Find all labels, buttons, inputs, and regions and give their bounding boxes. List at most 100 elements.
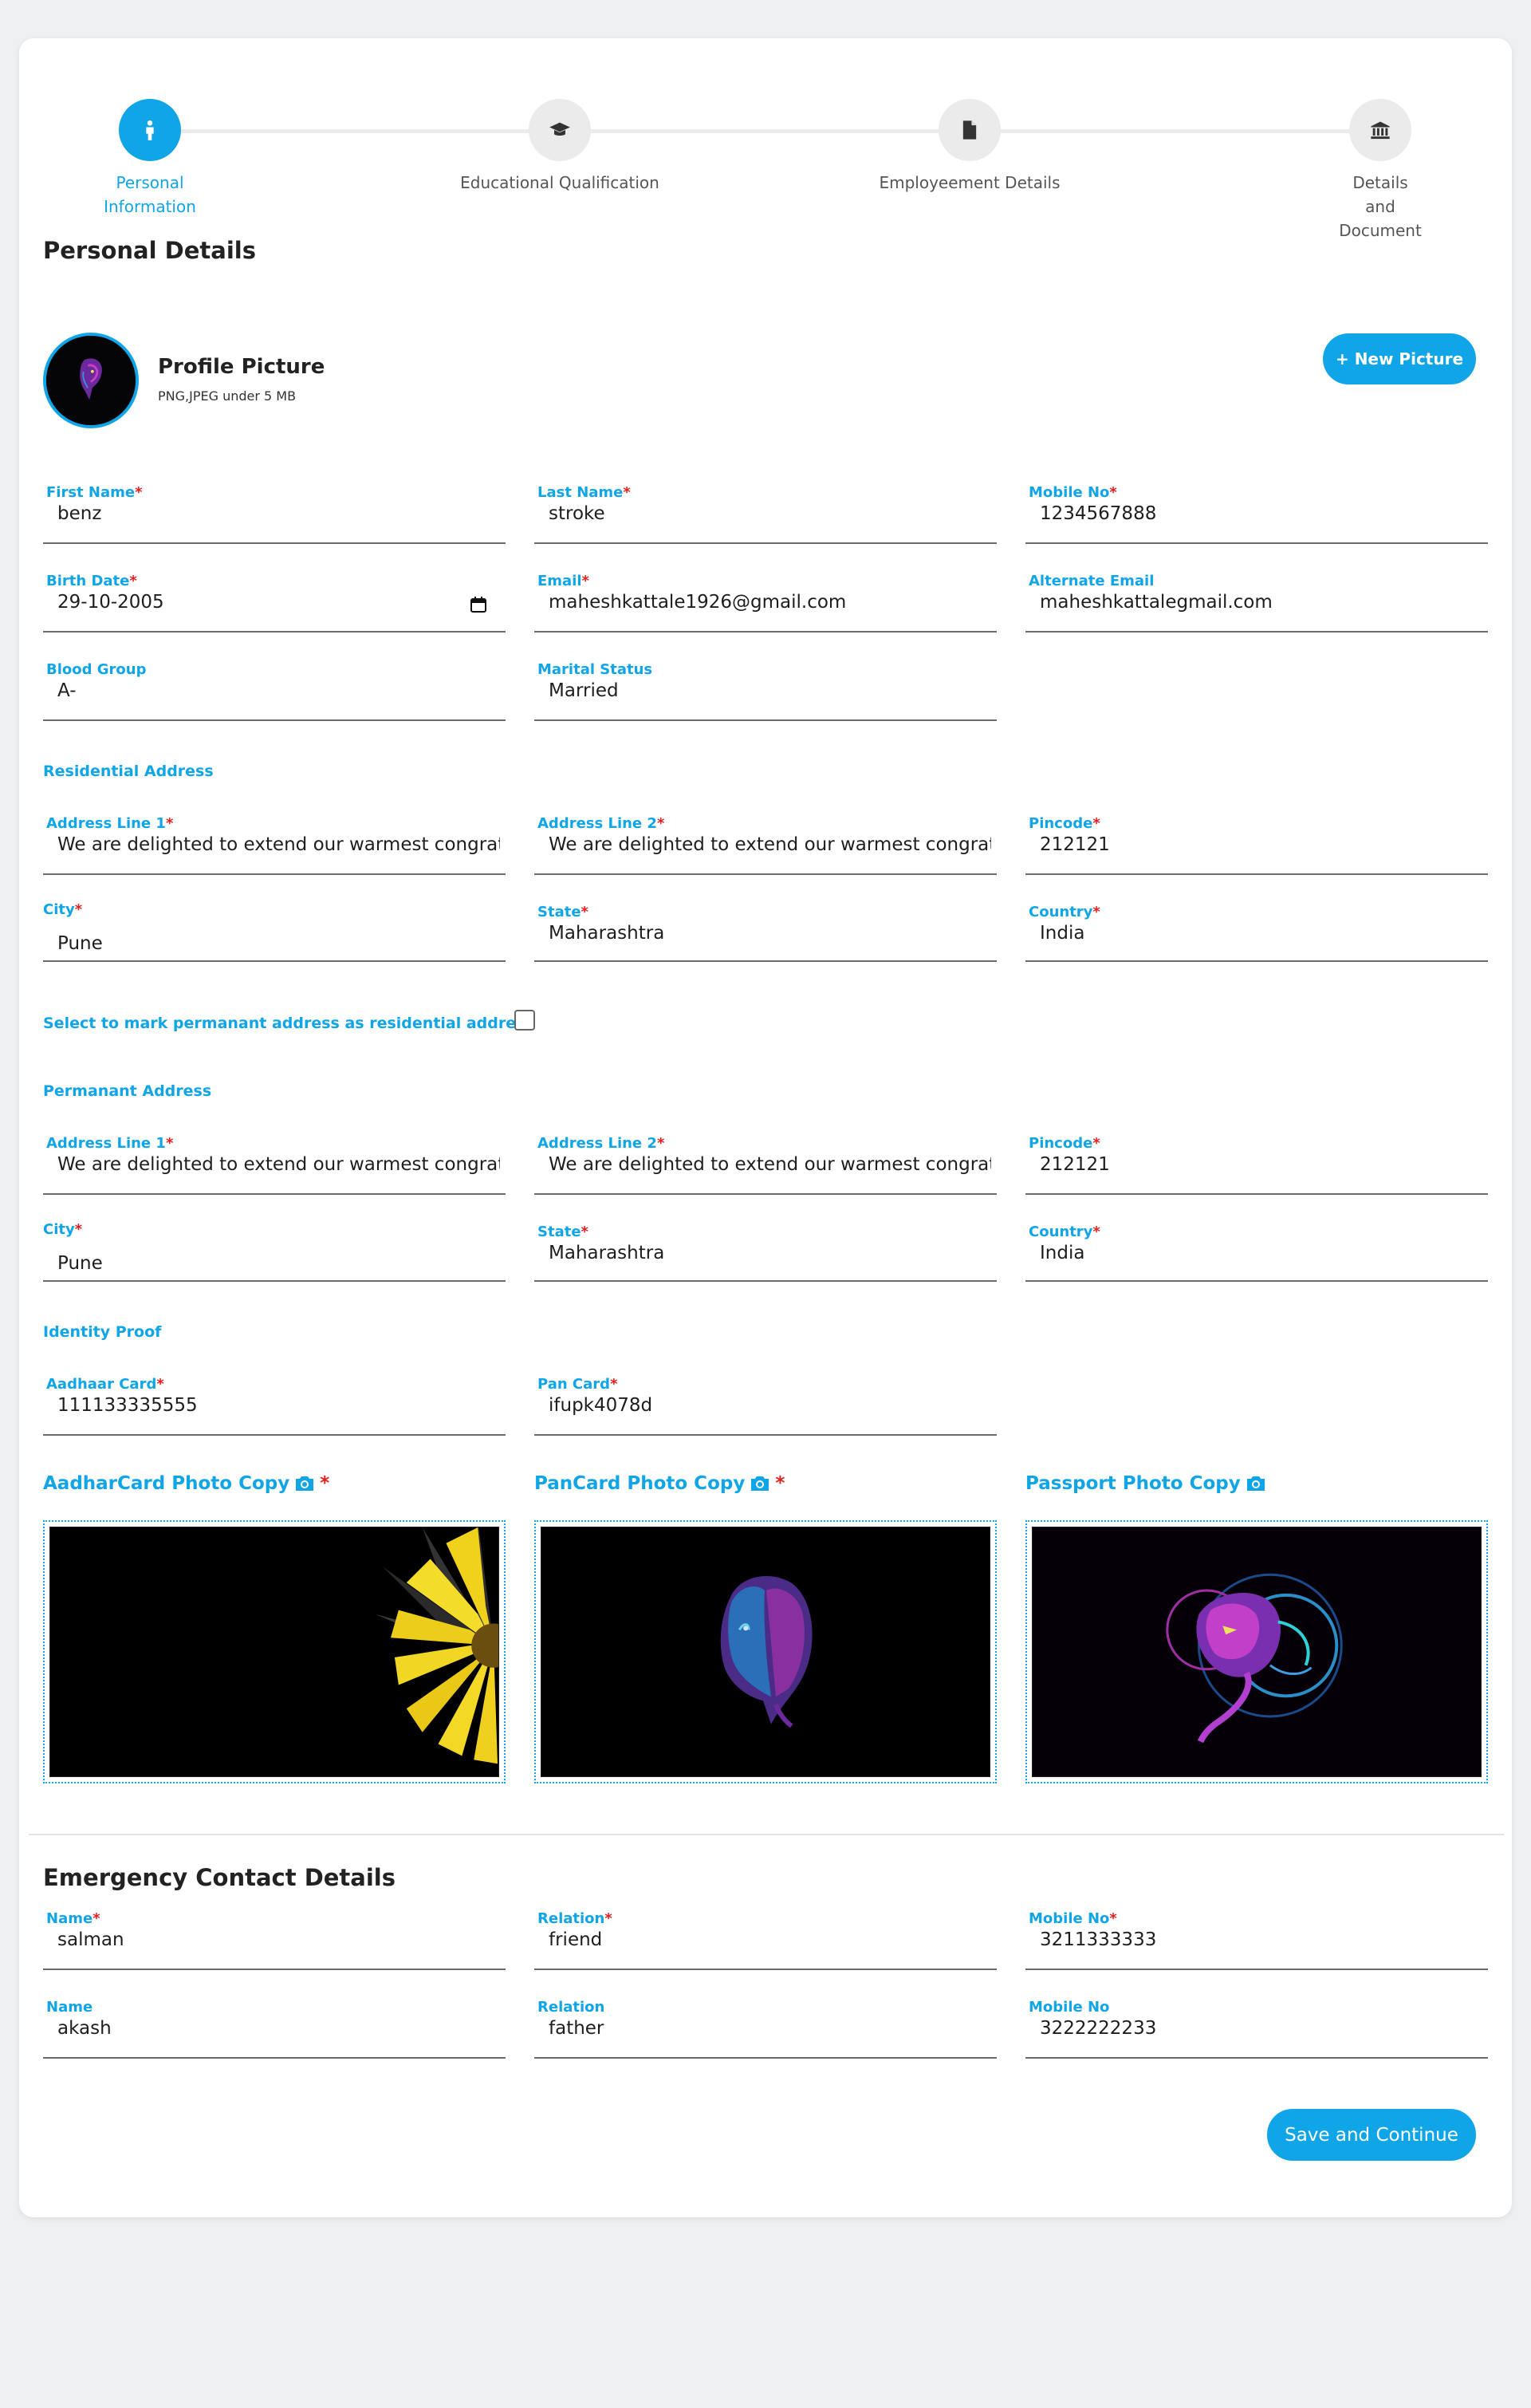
emergency-name-1-value[interactable]: salman: [57, 1929, 500, 1950]
graduation-cap-icon: [549, 122, 570, 136]
emergency-relation-2-field[interactable]: Relation father: [534, 1999, 997, 2059]
permanent-city-label: City*: [43, 1221, 83, 1238]
residential-pincode-value[interactable]: 212121: [1040, 834, 1482, 855]
last-name-value[interactable]: stroke: [549, 503, 991, 524]
permanent-country-field[interactable]: Country* India: [1025, 1224, 1488, 1282]
sunflower-image: [50, 1527, 498, 1776]
profile-picture[interactable]: [43, 333, 139, 428]
step-employeement-details[interactable]: [939, 99, 1001, 161]
last-name-field[interactable]: Last Name* stroke: [534, 484, 997, 544]
emergency-mobile-1-label: Mobile No*: [1029, 1910, 1117, 1927]
residential-state-value[interactable]: Maharashtra: [549, 923, 991, 944]
emergency-name-1-field[interactable]: Name* salman: [43, 1910, 506, 1970]
emergency-name-2-label: Name: [46, 1999, 93, 2016]
step-employeement-details-label: Employeement Details: [879, 173, 1061, 192]
blood-group-value[interactable]: A-: [57, 680, 500, 701]
residential-pincode-label: Pincode*: [1029, 815, 1100, 832]
first-name-value[interactable]: benz: [57, 503, 500, 524]
aadhar-photo-upload[interactable]: [43, 1520, 506, 1783]
passport-photo-image: [1032, 1527, 1482, 1777]
marital-status-label: Marital Status: [537, 661, 653, 678]
permanent-address-line-2-label: Address Line 2*: [537, 1135, 665, 1152]
new-picture-button[interactable]: + New Picture: [1323, 333, 1476, 384]
camera-icon[interactable]: [750, 1475, 770, 1492]
permanent-pincode-value[interactable]: 212121: [1040, 1154, 1482, 1175]
permanent-address-line-1-value[interactable]: We are delighted to extend our warmest c…: [57, 1154, 500, 1175]
groot-art-image: [541, 1527, 990, 1776]
stepper-line: [150, 129, 1379, 133]
step-details-and-document[interactable]: [1349, 99, 1411, 161]
aadhaar-card-field[interactable]: Aadhaar Card* 111133335555: [43, 1376, 506, 1436]
alternate-email-value[interactable]: maheshkattalegmail.com: [1040, 592, 1482, 613]
mobile-no-value[interactable]: 1234567888: [1040, 503, 1482, 524]
residential-country-field[interactable]: Country* India: [1025, 904, 1488, 962]
save-and-continue-button[interactable]: Save and Continue: [1267, 2109, 1476, 2161]
birth-date-value[interactable]: 29-10-2005: [57, 592, 440, 613]
residential-country-value[interactable]: India: [1040, 923, 1482, 944]
step-educational-qualification-label: Educational Qualification: [460, 173, 659, 192]
permanent-city-field[interactable]: City* Pune: [43, 1221, 506, 1282]
emergency-relation-2-value[interactable]: father: [549, 2018, 991, 2039]
pan-photo-upload[interactable]: [534, 1520, 997, 1783]
emergency-mobile-1-field[interactable]: Mobile No* 3211333333: [1025, 1910, 1488, 1970]
permanent-city-value[interactable]: Pune: [57, 1253, 500, 1274]
permanent-state-value[interactable]: Maharashtra: [549, 1243, 991, 1263]
emergency-mobile-2-value[interactable]: 3222222233: [1040, 2018, 1482, 2039]
emergency-relation-1-value[interactable]: friend: [549, 1929, 991, 1950]
permanent-state-field[interactable]: State* Maharashtra: [534, 1224, 997, 1282]
email-value[interactable]: maheshkattale1926@gmail.com: [549, 592, 991, 613]
pan-card-value[interactable]: ifupk4078d: [549, 1395, 991, 1416]
passport-photo-upload[interactable]: [1025, 1520, 1488, 1783]
panther-art-image: [1033, 1527, 1481, 1776]
residential-address-line-1-value[interactable]: We are delighted to extend our warmest c…: [57, 834, 500, 855]
residential-state-field[interactable]: State* Maharashtra: [534, 904, 997, 962]
emergency-name-1-label: Name*: [46, 1910, 100, 1927]
residential-city-field[interactable]: City* Pune: [43, 901, 506, 962]
camera-icon[interactable]: [1246, 1475, 1266, 1492]
same-address-label: Select to mark permanant address as resi…: [43, 1015, 534, 1032]
emergency-mobile-1-value[interactable]: 3211333333: [1040, 1929, 1482, 1950]
residential-address-line-1-label: Address Line 1*: [46, 815, 174, 832]
blood-group-label: Blood Group: [46, 661, 147, 678]
birth-date-field[interactable]: Birth Date* 29-10-2005: [43, 573, 506, 633]
residential-address-line-2-field[interactable]: Address Line 2* We are delighted to exte…: [534, 815, 997, 875]
residential-address-line-2-value[interactable]: We are delighted to extend our warmest c…: [549, 834, 991, 855]
pan-photo-image: [541, 1527, 990, 1777]
permanent-country-value[interactable]: India: [1040, 1243, 1482, 1263]
camera-icon[interactable]: [294, 1475, 315, 1492]
residential-address-line-1-field[interactable]: Address Line 1* We are delighted to exte…: [43, 815, 506, 875]
emergency-relation-1-label: Relation*: [537, 1910, 612, 1927]
section-divider: [29, 1834, 1504, 1835]
permanent-address-line-1-field[interactable]: Address Line 1* We are delighted to exte…: [43, 1135, 506, 1195]
emergency-mobile-2-field[interactable]: Mobile No 3222222233: [1025, 1999, 1488, 2059]
step-personal-information[interactable]: [119, 99, 181, 161]
aadhaar-card-value[interactable]: 111133335555: [57, 1395, 500, 1416]
marital-status-value[interactable]: Married: [549, 680, 991, 701]
permanent-address-line-2-value[interactable]: We are delighted to extend our warmest c…: [549, 1154, 991, 1175]
alternate-email-field[interactable]: Alternate Email maheshkattalegmail.com: [1025, 573, 1488, 633]
mobile-no-field[interactable]: Mobile No* 1234567888: [1025, 484, 1488, 544]
permanent-pincode-label: Pincode*: [1029, 1135, 1100, 1152]
pan-card-field[interactable]: Pan Card* ifupk4078d: [534, 1376, 997, 1436]
pan-card-label: Pan Card*: [537, 1376, 618, 1393]
same-address-checkbox[interactable]: [514, 1010, 535, 1031]
emergency-relation-1-field[interactable]: Relation* friend: [534, 1910, 997, 1970]
first-name-field[interactable]: First Name* benz: [43, 484, 506, 544]
bank-icon: [1371, 121, 1390, 140]
permanent-pincode-field[interactable]: Pincode* 212121: [1025, 1135, 1488, 1195]
marital-status-field[interactable]: Marital Status Married: [534, 661, 997, 721]
permanent-state-label: State*: [537, 1224, 588, 1240]
step-educational-qualification[interactable]: [529, 99, 591, 161]
email-field[interactable]: Email* maheshkattale1926@gmail.com: [534, 573, 997, 633]
blood-group-field[interactable]: Blood Group A-: [43, 661, 506, 721]
emergency-name-2-field[interactable]: Name akash: [43, 1999, 506, 2059]
email-label: Email*: [537, 573, 589, 589]
permanent-country-label: Country*: [1029, 1224, 1100, 1240]
permanent-address-line-2-field[interactable]: Address Line 2* We are delighted to exte…: [534, 1135, 997, 1195]
emergency-name-2-value[interactable]: akash: [57, 2018, 500, 2039]
calendar-icon[interactable]: [469, 595, 488, 614]
birth-date-label: Birth Date*: [46, 573, 137, 589]
residential-pincode-field[interactable]: Pincode* 212121: [1025, 815, 1488, 875]
residential-city-value[interactable]: Pune: [57, 933, 500, 954]
emergency-contact-title: Emergency Contact Details: [43, 1864, 396, 1891]
